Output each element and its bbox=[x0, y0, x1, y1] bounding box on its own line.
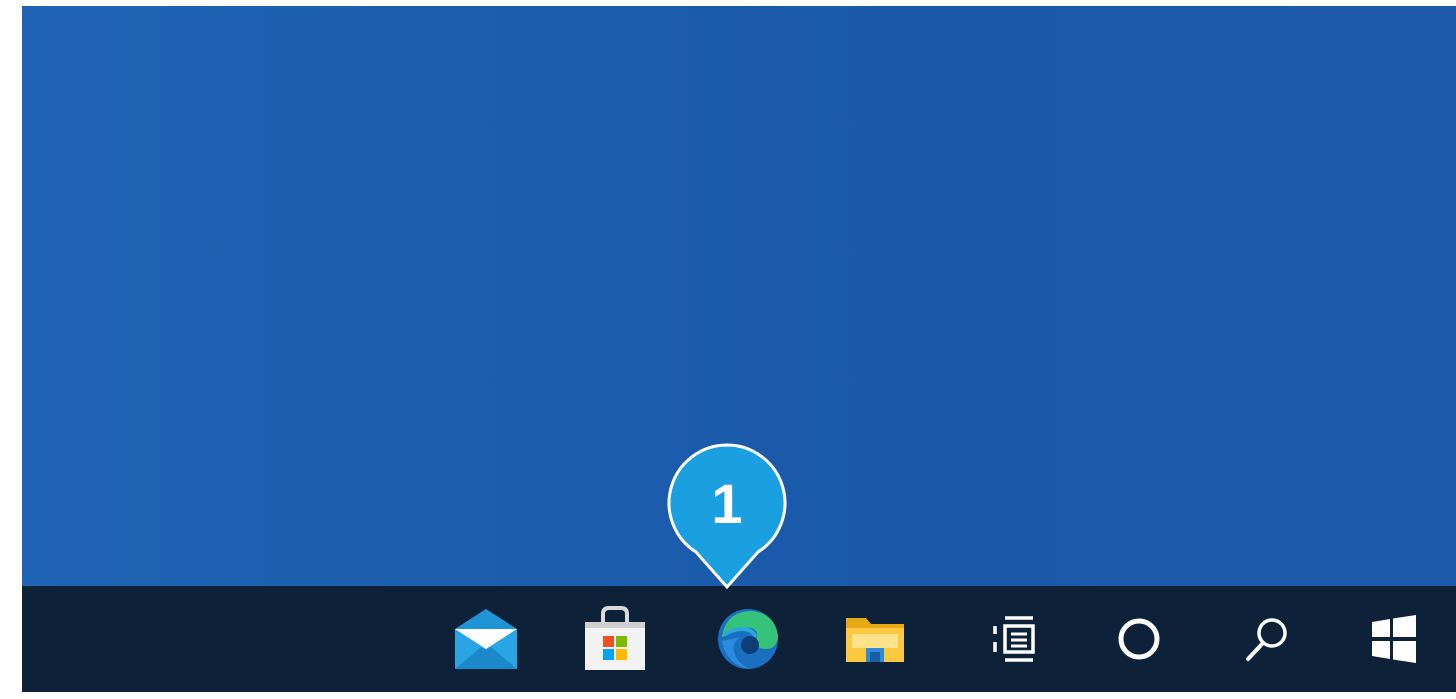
search-icon bbox=[1246, 618, 1287, 661]
search-button[interactable] bbox=[1227, 604, 1307, 674]
start-button[interactable] bbox=[1354, 604, 1434, 674]
windows-icon bbox=[1372, 615, 1416, 663]
edge-icon bbox=[718, 609, 778, 669]
cortana-icon bbox=[1118, 618, 1160, 660]
step-callout-marker: 1 bbox=[666, 442, 788, 592]
taskbar bbox=[22, 586, 1456, 692]
mail-button[interactable] bbox=[446, 604, 526, 674]
task-view-button[interactable] bbox=[975, 604, 1055, 674]
mail-icon bbox=[455, 609, 517, 669]
cortana-button[interactable] bbox=[1099, 604, 1179, 674]
task-view-icon bbox=[993, 616, 1035, 662]
folder-icon bbox=[846, 618, 904, 662]
edge-button[interactable] bbox=[708, 604, 788, 674]
store-button[interactable] bbox=[575, 604, 655, 674]
callout-number: 1 bbox=[711, 471, 743, 535]
file-explorer-button[interactable] bbox=[835, 604, 915, 674]
store-icon bbox=[585, 606, 645, 670]
